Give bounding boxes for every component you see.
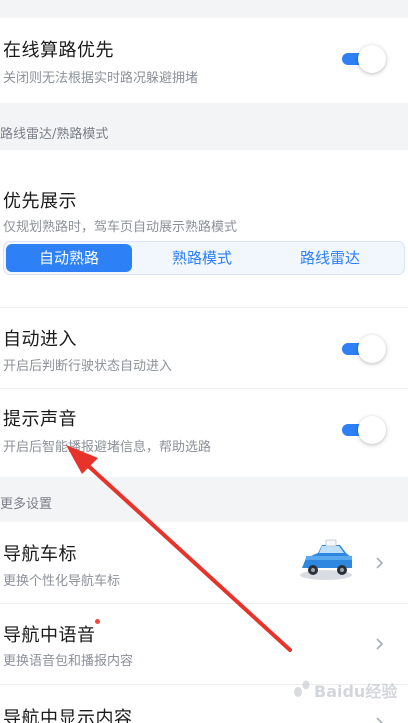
baidu-watermark-logo: Baidu经验 xyxy=(288,676,408,706)
annotation-arrow xyxy=(66,445,292,652)
svg-text:Baidu经验: Baidu经验 xyxy=(314,682,398,701)
